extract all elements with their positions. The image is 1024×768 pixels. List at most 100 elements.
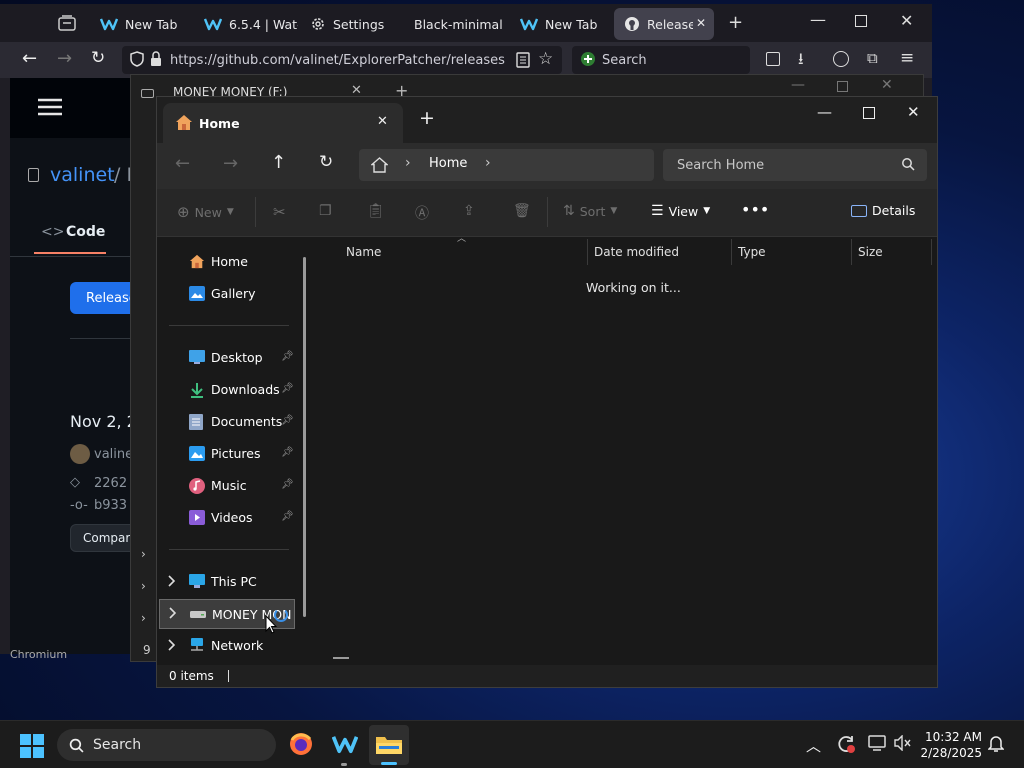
sort-button[interactable]: ⇅ Sort ▼ [563, 203, 617, 219]
nav-item-gallery[interactable]: Gallery [157, 279, 297, 309]
chevron-right-icon[interactable] [167, 639, 175, 651]
nav-item-desktop[interactable]: Desktop 📌︎ [157, 343, 297, 373]
details-button[interactable]: Details [851, 203, 915, 218]
maximize-icon[interactable] [863, 107, 875, 119]
tab-overview-icon[interactable] [58, 15, 76, 31]
pin-icon[interactable]: 📌︎ [281, 383, 294, 394]
refresh-icon[interactable]: ↻ [319, 152, 333, 172]
column-header-name[interactable]: Name [346, 245, 381, 259]
browser-tab-black-minimal[interactable]: Black-minimal [404, 8, 508, 40]
nav-item-videos[interactable]: Videos 📌︎ [157, 503, 297, 533]
maximize-icon[interactable] [837, 81, 848, 92]
firefox-icon[interactable] [289, 732, 313, 756]
release-tag[interactable]: 2262 [94, 476, 127, 491]
minimize-icon[interactable]: — [791, 77, 805, 93]
nav-item-pictures[interactable]: Pictures 📌︎ [157, 439, 297, 469]
more-options-icon[interactable]: ••• [741, 200, 769, 219]
close-window-icon[interactable]: ✕ [881, 77, 893, 93]
notification-bell-icon[interactable] [988, 735, 1004, 753]
chevron-right-icon[interactable] [167, 575, 175, 587]
file-explorer-taskbar-button[interactable] [369, 725, 409, 765]
sync-icon[interactable] [836, 734, 856, 754]
nav-item-music[interactable]: Music 📌︎ [157, 471, 297, 501]
horizontal-scrollbar[interactable] [333, 657, 349, 659]
hamburger-menu-icon[interactable] [38, 98, 62, 116]
expand-chevron-icon[interactable]: › [141, 547, 146, 561]
minimize-icon[interactable]: — [817, 103, 832, 121]
url-bar[interactable]: https://github.com/valinet/ExplorerPatch… [122, 46, 562, 74]
breadcrumb-home[interactable]: Home [429, 156, 467, 171]
web-search-box[interactable]: Search [572, 46, 750, 74]
pin-icon[interactable]: 📌︎ [281, 511, 294, 522]
view-button[interactable]: ☰ View ▼ [651, 203, 710, 219]
new-button[interactable]: ⊕ New ▼ [177, 203, 234, 221]
close-tab-icon[interactable]: ✕ [696, 16, 706, 30]
menu-hamburger-icon[interactable]: ≡ [900, 48, 914, 68]
nav-item-this-pc[interactable]: This PC [157, 567, 297, 597]
column-header-size[interactable]: Size [858, 245, 883, 259]
forward-arrow-icon[interactable]: → [57, 48, 72, 69]
nav-item-downloads[interactable]: Downloads 📌︎ [157, 375, 297, 405]
waterfox-taskbar-icon[interactable] [332, 733, 358, 755]
taskbar-search[interactable]: Search [57, 729, 276, 761]
pin-icon[interactable]: 📌︎ [281, 415, 294, 426]
repo-owner-link[interactable]: valinet [50, 164, 115, 186]
pin-icon[interactable]: 📌︎ [281, 351, 294, 362]
column-header-type[interactable]: Type [738, 245, 766, 259]
column-divider[interactable] [731, 239, 732, 265]
forward-arrow-icon[interactable]: → [223, 153, 238, 174]
extensions-icon[interactable]: ⧉ [867, 49, 878, 67]
close-window-icon[interactable]: ✕ [900, 11, 913, 30]
back-arrow-icon[interactable]: ← [175, 153, 190, 174]
column-divider[interactable] [587, 239, 588, 265]
chevron-right-icon[interactable] [168, 607, 176, 619]
maximize-icon[interactable] [855, 15, 867, 27]
explorer-tab-home[interactable]: Home ✕ [163, 103, 403, 143]
reader-view-icon[interactable] [516, 52, 530, 68]
volume-muted-icon[interactable] [894, 735, 912, 751]
column-header-date-modified[interactable]: Date modified [594, 245, 679, 259]
browser-tab-releases[interactable]: Releases ✕ [614, 8, 714, 40]
windows-start-icon[interactable] [20, 734, 44, 758]
new-tab-plus-icon[interactable]: + [728, 12, 743, 33]
code-tab[interactable]: Code [66, 224, 105, 240]
expand-chevron-icon[interactable]: › [141, 579, 146, 593]
share-icon[interactable]: ⇪ [463, 203, 475, 219]
browser-tab-waterfox[interactable]: 6.5.4 | Water [194, 8, 298, 40]
chevron-up-icon[interactable]: ︿ [806, 735, 821, 756]
paste-icon[interactable]: 📋︎ [367, 203, 385, 219]
breadcrumb-chevron-icon[interactable]: › [485, 155, 491, 171]
download-icon[interactable]: ⭳ [798, 48, 804, 75]
release-commit[interactable]: b933 [94, 498, 127, 513]
nav-item-network[interactable]: Network [157, 631, 297, 661]
bookmark-star-icon[interactable]: ☆ [538, 49, 553, 69]
address-bar[interactable]: › Home › [359, 149, 654, 181]
back-arrow-icon[interactable]: ← [22, 48, 37, 69]
expand-chevron-icon[interactable]: › [141, 611, 146, 625]
browser-tab-newtab-1[interactable]: New Tab [90, 8, 190, 40]
new-tab-plus-icon[interactable]: + [419, 107, 435, 129]
system-clock[interactable]: 10:32 AM 2/28/2025 [912, 729, 982, 761]
pin-icon[interactable]: 📌︎ [281, 479, 294, 490]
sidebar-icon[interactable] [766, 52, 780, 66]
browser-tab-newtab-2[interactable]: New Tab [510, 8, 614, 40]
close-tab-icon[interactable]: ✕ [377, 114, 388, 129]
nav-item-documents[interactable]: Documents 📌︎ [157, 407, 297, 437]
rename-icon[interactable]: Ⓐ [415, 203, 429, 223]
release-author[interactable]: valine [94, 447, 133, 462]
network-status-icon[interactable] [868, 735, 886, 751]
up-arrow-icon[interactable]: ↑ [271, 152, 286, 173]
copy-icon[interactable]: ❐ [319, 203, 332, 219]
column-divider[interactable] [851, 239, 852, 265]
browser-tab-settings[interactable]: Settings [300, 8, 404, 40]
nav-scrollbar[interactable] [303, 257, 306, 617]
explorer-search-box[interactable]: Search Home [663, 149, 927, 181]
delete-icon[interactable]: 🗑︎ [513, 203, 531, 219]
account-icon[interactable] [833, 51, 849, 67]
minimize-icon[interactable]: — [810, 10, 826, 29]
cut-icon[interactable]: ✂ [273, 203, 286, 221]
nav-item-home[interactable]: Home [157, 247, 297, 277]
pin-icon[interactable]: 📌︎ [281, 447, 294, 458]
reload-icon[interactable]: ↻ [91, 48, 105, 68]
close-window-icon[interactable]: ✕ [907, 103, 920, 121]
